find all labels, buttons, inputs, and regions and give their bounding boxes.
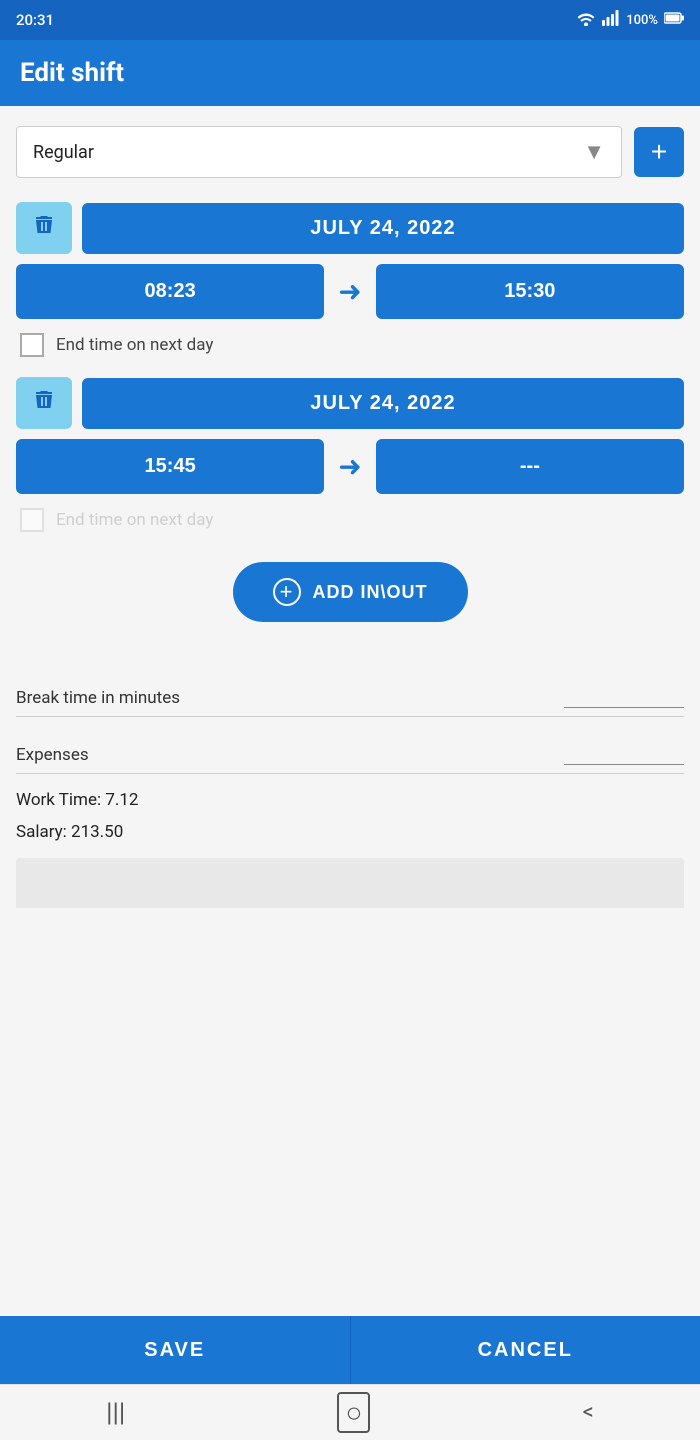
end-time-2-button[interactable]: ---: [376, 439, 684, 494]
app-header: Edit shift: [0, 40, 700, 106]
status-time: 20:31: [16, 11, 54, 29]
signal-icon: [602, 10, 620, 30]
status-right: 100%: [576, 10, 684, 30]
trash-icon-2: [32, 388, 56, 418]
expenses-label: Expenses: [16, 745, 89, 765]
end-time-1-button[interactable]: 15:30: [376, 264, 684, 319]
time-row-2: 15:45 ➜ ---: [16, 439, 684, 494]
break-time-label: Break time in minutes: [16, 688, 180, 708]
salary-value: 213.50: [71, 822, 123, 842]
start-time-1-button[interactable]: 08:23: [16, 264, 324, 319]
shift-block-2: JULY 24, 2022 15:45 ➜ --- End time on ne…: [16, 377, 684, 532]
next-day-2-label: End time on next day: [56, 510, 213, 530]
add-shift-button[interactable]: +: [634, 127, 684, 177]
break-time-row: Break time in minutes: [16, 670, 684, 717]
work-time-label: Work Time:: [16, 790, 101, 810]
nav-home-icon[interactable]: ○: [337, 1392, 370, 1433]
add-inout-container: + ADD IN\OUT: [16, 552, 684, 650]
nav-back-icon[interactable]: <: [583, 1400, 594, 1425]
status-bar: 20:31 100%: [0, 0, 700, 40]
salary-row: Salary: 213.50: [16, 816, 684, 848]
work-time-value: 7.12: [105, 790, 138, 810]
cancel-button[interactable]: CANCEL: [350, 1316, 700, 1384]
header-title: Edit shift: [20, 58, 124, 88]
shift-type-dropdown[interactable]: Regular ▼: [16, 126, 622, 178]
expenses-row: Expenses: [16, 727, 684, 774]
delete-shift-2-button[interactable]: [16, 377, 72, 429]
main-content: Regular ▼ + JULY 24, 2022 08:23 ➜ 15:30 …: [0, 106, 700, 1316]
add-inout-label: ADD IN\OUT: [313, 582, 428, 603]
shift-block-1: JULY 24, 2022 08:23 ➜ 15:30 End time on …: [16, 202, 684, 357]
save-button[interactable]: SAVE: [0, 1316, 350, 1384]
next-day-1-checkbox[interactable]: [20, 333, 44, 357]
date-1-button[interactable]: JULY 24, 2022: [82, 203, 684, 254]
break-time-input[interactable]: [564, 684, 684, 708]
salary-label: Salary:: [16, 822, 67, 842]
nav-bar: ||| ○ <: [0, 1384, 700, 1440]
time-row-1: 08:23 ➜ 15:30: [16, 264, 684, 319]
battery-level: 100%: [626, 13, 658, 28]
bottom-buttons: SAVE CANCEL: [0, 1316, 700, 1384]
date-row-2: JULY 24, 2022: [16, 377, 684, 429]
add-inout-button[interactable]: + ADD IN\OUT: [233, 562, 468, 622]
trash-icon: [32, 213, 56, 243]
circle-plus-icon: +: [273, 578, 301, 606]
next-day-1-row: End time on next day: [16, 333, 684, 357]
shift-type-row: Regular ▼ +: [16, 126, 684, 178]
next-day-2-row: End time on next day: [16, 508, 684, 532]
shift-type-label: Regular: [33, 142, 94, 163]
next-day-2-checkbox: [20, 508, 44, 532]
chevron-down-icon: ▼: [583, 139, 605, 165]
expenses-input[interactable]: [564, 741, 684, 765]
arrow-right-icon: ➜: [324, 275, 375, 308]
next-day-1-label: End time on next day: [56, 335, 213, 355]
work-time-row: Work Time: 7.12: [16, 784, 684, 816]
start-time-2-button[interactable]: 15:45: [16, 439, 324, 494]
battery-icon: [664, 11, 684, 29]
date-2-button[interactable]: JULY 24, 2022: [82, 378, 684, 429]
nav-menu-icon[interactable]: |||: [106, 1398, 125, 1428]
wifi-icon: [576, 10, 596, 30]
date-row-1: JULY 24, 2022: [16, 202, 684, 254]
notes-area[interactable]: [16, 858, 684, 908]
delete-shift-1-button[interactable]: [16, 202, 72, 254]
arrow-right-icon-2: ➜: [324, 450, 375, 483]
